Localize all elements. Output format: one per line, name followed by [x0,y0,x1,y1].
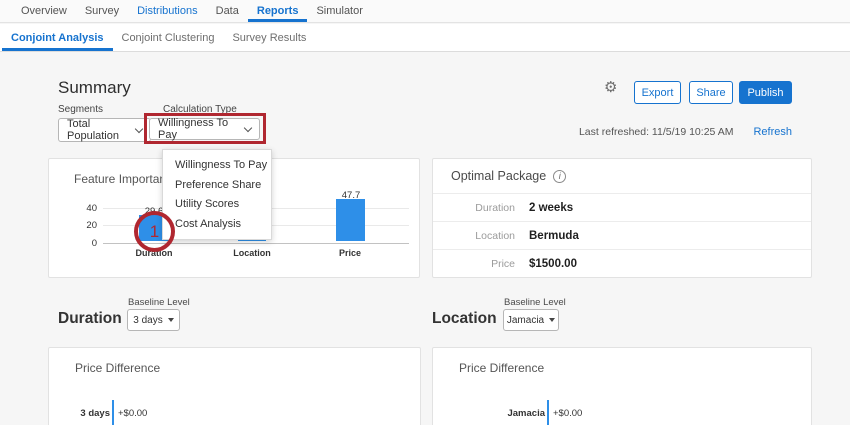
duration-price-difference-card: Price Difference 3 days +$0.00 [48,347,421,425]
menu-item-utility-scores[interactable]: Utility Scores [163,198,271,210]
tab-reports[interactable]: Reports [248,0,308,22]
table-row: Duration 2 weeks [433,193,811,221]
calculation-type-select[interactable]: Willingness To Pay [149,118,260,140]
primary-nav: Overview Survey Distributions Data Repor… [0,0,850,23]
price-difference-title: Price Difference [75,361,160,375]
annotation-step-number: 1 [150,222,159,242]
row-value: Bermuda [529,230,579,242]
location-price-difference-card: Price Difference Jamacia +$0.00 [432,347,812,425]
pd-bar-value: +$0.00 [118,408,147,419]
ytick-0: 0 [75,238,97,249]
calculation-type-select-value: Willingness To Pay [158,117,239,141]
row-value: 2 weeks [529,202,573,214]
pd-axis-line [112,400,114,425]
optimal-package-title: Optimal Package [451,169,546,183]
table-row: Price $1500.00 [433,249,811,277]
tab-overview[interactable]: Overview [12,0,76,22]
export-button[interactable]: Export [634,81,681,104]
info-icon[interactable]: i [553,170,566,183]
pd-axis-line [547,400,549,425]
price-difference-title: Price Difference [459,361,544,375]
location-baseline-value: Jamacia [507,315,544,326]
caret-down-icon [168,318,174,322]
category-price: Price [320,248,380,258]
refresh-link[interactable]: Refresh [753,126,792,138]
page-title: Summary [58,78,131,98]
table-row: Location Bermuda [433,221,811,249]
pd-bar-label: 3 days [49,408,110,419]
annotation-step-circle: 1 [134,211,175,252]
chevron-down-icon [244,123,252,131]
chevron-down-icon [135,124,143,132]
optimal-package-header: Optimal Package i [433,159,811,193]
caret-down-icon [549,318,555,322]
duration-baseline-select[interactable]: 3 days [127,309,180,331]
row-label: Duration [433,202,515,214]
pd-bar-value: +$0.00 [553,408,582,419]
publish-button[interactable]: Publish [739,81,792,104]
segments-label: Segments [58,104,103,115]
baseline-level-label: Baseline Level [128,297,190,308]
tab-conjoint-clustering[interactable]: Conjoint Clustering [113,24,224,51]
category-location: Location [222,248,282,258]
baseline-level-label: Baseline Level [504,297,566,308]
segments-select-value: Total Population [67,118,130,142]
ytick-40: 40 [75,203,97,214]
location-baseline-select[interactable]: Jamacia [503,309,559,331]
pd-bar-label: Jamacia [433,408,545,419]
share-button[interactable]: Share [689,81,733,104]
row-label: Price [433,258,515,270]
tab-conjoint-analysis[interactable]: Conjoint Analysis [2,24,113,51]
optimal-package-card: Optimal Package i Duration 2 weeks Locat… [432,158,812,278]
duration-baseline-value: 3 days [133,315,162,326]
tab-survey-results[interactable]: Survey Results [223,24,315,51]
refresh-row: Last refreshed: 11/5/19 10:25 AM Refresh [579,126,792,138]
section-heading-location: Location [432,310,497,328]
calculation-type-label: Calculation Type [163,104,237,115]
row-value: $1500.00 [529,258,577,270]
bar-value-price: 47.7 [331,190,371,201]
tab-survey[interactable]: Survey [76,0,128,22]
conjoint-report-page: Overview Survey Distributions Data Repor… [0,0,850,425]
gear-icon[interactable]: ⚙ [604,80,617,95]
menu-item-preference-share[interactable]: Preference Share [163,179,271,191]
last-refreshed-text: Last refreshed: 11/5/19 10:25 AM [579,126,734,138]
menu-item-willingness-to-pay[interactable]: Willingness To Pay [163,159,271,171]
section-heading-duration: Duration [58,310,122,328]
row-label: Location [433,230,515,242]
ytick-20: 20 [75,220,97,231]
tab-simulator[interactable]: Simulator [307,0,371,22]
tab-distributions[interactable]: Distributions [128,0,207,22]
tab-data[interactable]: Data [207,0,248,22]
calculation-type-menu: Willingness To Pay Preference Share Util… [162,149,272,240]
segments-select[interactable]: Total Population [58,118,151,142]
menu-item-cost-analysis[interactable]: Cost Analysis [163,218,271,230]
bar-price [336,199,365,241]
secondary-nav: Conjoint Analysis Conjoint Clustering Su… [0,24,850,52]
